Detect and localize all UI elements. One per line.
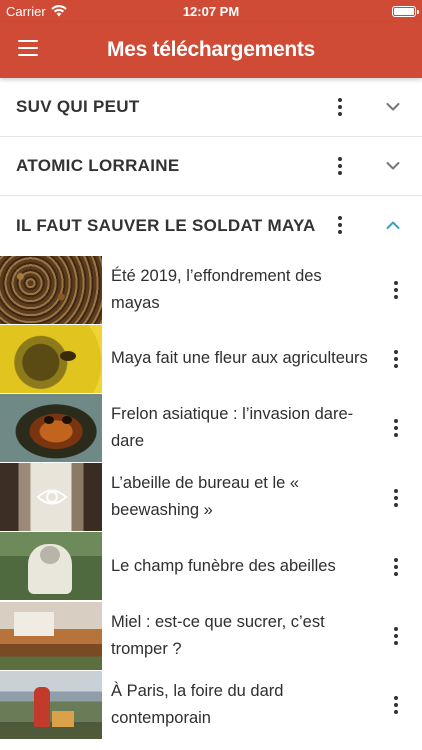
more-options-icon[interactable] (384, 344, 408, 374)
chevron-down-icon[interactable] (382, 155, 404, 177)
episode-row[interactable]: Miel : est-ce que sucrer, c’est tromper … (0, 601, 422, 670)
episode-title: Été 2019, l’effondrement des mayas (111, 266, 322, 312)
carrier-label: Carrier (6, 3, 46, 19)
episode-thumbnail (0, 393, 102, 462)
episode-title: Miel : est-ce que sucrer, c’est tromper … (111, 612, 325, 658)
more-options-icon[interactable] (328, 151, 352, 181)
section-title: IL FAUT SAUVER LE SOLDAT MAYA (16, 215, 316, 235)
hamburger-icon[interactable] (18, 40, 38, 56)
section-row[interactable]: SUV QUI PEUT (0, 78, 422, 137)
status-bar: Carrier 12:07 PM (0, 0, 422, 22)
more-options-icon[interactable] (384, 413, 408, 443)
eye-icon (36, 489, 68, 505)
status-left: Carrier (6, 4, 67, 19)
episode-thumbnail (0, 532, 102, 601)
more-options-icon[interactable] (384, 275, 408, 305)
episode-row[interactable]: Frelon asiatique : l’invasion dare-dare (0, 393, 422, 462)
more-options-icon[interactable] (384, 690, 408, 720)
chevron-up-icon[interactable] (382, 214, 404, 236)
section-title: ATOMIC LORRAINE (16, 156, 180, 175)
more-options-icon[interactable] (328, 92, 352, 122)
episode-thumbnail (0, 324, 102, 393)
section-title: SUV QUI PEUT (16, 97, 140, 116)
episode-row[interactable]: L’abeille de bureau et le « beewashing » (0, 463, 422, 532)
episode-title: L’abeille de bureau et le « beewashing » (111, 474, 300, 520)
more-options-icon[interactable] (384, 552, 408, 582)
nav-bar: Mes téléchargements (0, 22, 422, 78)
section-row-expanded[interactable]: IL FAUT SAUVER LE SOLDAT MAYA (0, 196, 422, 255)
page-title: Mes téléchargements (107, 38, 315, 61)
episode-thumbnail (0, 601, 102, 670)
more-options-icon[interactable] (328, 210, 352, 240)
episode-thumbnail (0, 670, 102, 739)
episode-row[interactable]: Le champ funèbre des abeilles (0, 532, 422, 601)
episode-title: Le champ funèbre des abeilles (111, 556, 336, 575)
episode-thumbnail (0, 463, 102, 532)
downloads-list: SUV QUI PEUT ATOMIC LORRAINE IL FAUT SAU… (0, 78, 422, 739)
episode-row[interactable]: Maya fait une fleur aux agriculteurs (0, 324, 422, 393)
battery-icon (392, 5, 419, 17)
episode-thumbnail (0, 255, 102, 324)
episode-row[interactable]: Été 2019, l’effondrement des mayas (0, 255, 422, 324)
episode-title: Maya fait une fleur aux agriculteurs (111, 349, 368, 368)
episode-row[interactable]: À Paris, la foire du dard contemporain (0, 670, 422, 739)
episode-title: À Paris, la foire du dard contemporain (111, 681, 284, 727)
more-options-icon[interactable] (384, 483, 408, 513)
more-options-icon[interactable] (384, 621, 408, 651)
chevron-down-icon[interactable] (382, 96, 404, 118)
episode-title: Frelon asiatique : l’invasion dare-dare (111, 404, 354, 450)
wifi-icon (51, 5, 67, 17)
section-row[interactable]: ATOMIC LORRAINE (0, 137, 422, 196)
